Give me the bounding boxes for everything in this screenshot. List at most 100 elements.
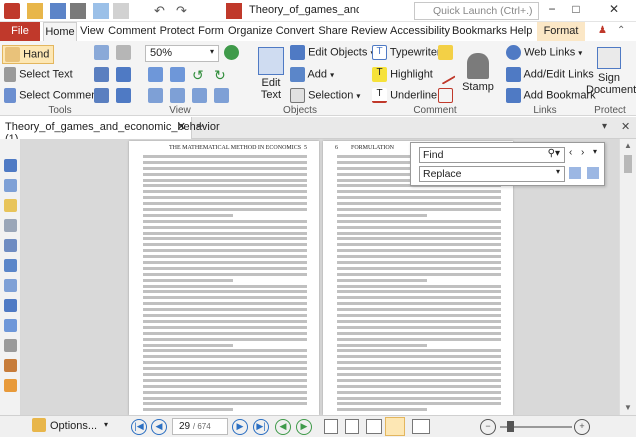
tab-bookmarks[interactable]: Bookmarks xyxy=(452,22,507,41)
tab-help[interactable]: Help xyxy=(507,22,535,41)
close-tab-icon[interactable]: ✕ xyxy=(177,120,186,133)
signatures-panel-icon[interactable] xyxy=(4,319,17,332)
attachments-panel-icon[interactable] xyxy=(4,219,17,232)
facing-view-icon[interactable] xyxy=(366,419,382,434)
print-icon[interactable] xyxy=(70,3,86,19)
sign-document-button[interactable]: Sign Document xyxy=(586,45,636,103)
options-dropdown-icon[interactable]: ▾ xyxy=(104,420,108,429)
web-links-button[interactable]: Web Links ▾ xyxy=(506,45,582,60)
find-input[interactable]: Find ⚲▾ xyxy=(419,147,565,163)
find-previous-icon[interactable]: ‹ xyxy=(569,147,572,158)
first-page-button[interactable]: |◀ xyxy=(131,419,147,435)
next-page-button[interactable]: ▶ xyxy=(232,419,248,435)
tab-form[interactable]: Form xyxy=(198,22,224,41)
quick-launch-input[interactable]: Quick Launch (Ctrl+.) xyxy=(414,2,539,20)
search-options-icon[interactable]: ⚲▾ xyxy=(548,148,560,159)
articles-panel-icon[interactable] xyxy=(4,379,17,392)
fit-page-icon[interactable] xyxy=(116,67,131,82)
undo-icon[interactable]: ↶ xyxy=(154,3,170,19)
facing-continuous-icon[interactable] xyxy=(214,88,229,103)
content-panel-icon[interactable] xyxy=(4,279,17,292)
zoom-select[interactable]: 50% ▾ xyxy=(145,45,219,62)
continuous-icon[interactable] xyxy=(170,88,185,103)
save-icon[interactable] xyxy=(50,3,66,19)
underline-button[interactable]: T Underline xyxy=(372,88,437,103)
destinations-panel-icon[interactable] xyxy=(4,299,17,312)
scroll-thumb[interactable] xyxy=(624,155,632,173)
find-menu-icon[interactable]: ▾ xyxy=(593,147,597,156)
order-panel-icon[interactable] xyxy=(4,359,17,372)
highlight-button[interactable]: T Highlight xyxy=(372,67,433,82)
rotate-right-icon[interactable]: ↻ xyxy=(214,67,229,83)
close-button[interactable]: ✕ xyxy=(594,2,634,20)
email-icon[interactable] xyxy=(93,3,109,19)
replace-dropdown-icon[interactable]: ▾ xyxy=(556,167,560,176)
stamp-button[interactable]: Stamp xyxy=(460,45,496,101)
zoom-in-icon[interactable] xyxy=(94,67,109,82)
single-page-view-icon[interactable] xyxy=(324,419,338,434)
select-text-button[interactable]: Select Text xyxy=(4,67,73,82)
tab-review[interactable]: Review xyxy=(350,22,388,41)
continuous-view-icon[interactable] xyxy=(345,419,359,434)
add-bookmark-button[interactable]: Add Bookmark xyxy=(506,88,596,103)
previous-view-button[interactable]: ◀ xyxy=(275,419,291,435)
new-tab-icon[interactable]: + xyxy=(196,118,205,135)
facing-continuous-view-icon[interactable] xyxy=(385,417,405,436)
tab-share[interactable]: Share xyxy=(317,22,349,41)
selection-button[interactable]: Selection ▾ xyxy=(290,88,360,103)
fields-panel-icon[interactable] xyxy=(4,259,17,272)
comments-panel-icon[interactable] xyxy=(4,199,17,212)
open-folder-icon[interactable] xyxy=(27,3,43,19)
tab-list-icon[interactable]: ▾ xyxy=(602,121,607,132)
zoom-out-icon[interactable] xyxy=(94,88,109,103)
tab-convert[interactable]: Convert xyxy=(274,22,316,41)
snapshot-icon[interactable] xyxy=(94,45,109,60)
last-page-button[interactable]: ▶| xyxy=(253,419,269,435)
bookmark-icon[interactable] xyxy=(116,88,131,103)
fit-to-width-icon[interactable] xyxy=(412,419,430,434)
vertical-scrollbar[interactable]: ▲ ▼ xyxy=(619,139,636,415)
redo-icon[interactable]: ↷ xyxy=(176,3,192,19)
note-icon[interactable] xyxy=(438,45,453,60)
facing-icon[interactable] xyxy=(192,88,207,103)
document-tab[interactable]: Theory_of_games_and_economic_behavior (1… xyxy=(0,117,220,145)
hand-tool-button[interactable]: Hand xyxy=(2,45,55,64)
tab-format[interactable]: Format xyxy=(537,22,585,41)
previous-page-button[interactable]: ◀ xyxy=(151,419,167,435)
rotate-left-icon[interactable]: ↺ xyxy=(192,67,207,83)
scroll-up-icon[interactable]: ▲ xyxy=(624,141,632,150)
tab-comment[interactable]: Comment xyxy=(108,22,156,41)
user-icon[interactable]: ♟ xyxy=(598,25,607,36)
clipboard-icon[interactable] xyxy=(116,45,131,60)
scroll-down-icon[interactable]: ▼ xyxy=(624,403,632,412)
line-icon[interactable] xyxy=(435,64,456,85)
replace-input[interactable]: Replace ▾ xyxy=(419,166,565,182)
maximize-button[interactable]: □ xyxy=(566,2,586,20)
close-document-icon[interactable]: ✕ xyxy=(621,120,630,133)
bookmarks-panel-icon[interactable] xyxy=(4,159,17,172)
tab-protect[interactable]: Protect xyxy=(158,22,196,41)
options-icon[interactable] xyxy=(32,418,46,432)
minimize-button[interactable]: − xyxy=(542,2,562,20)
tab-organize[interactable]: Organize xyxy=(228,22,273,41)
fit-width-icon[interactable] xyxy=(170,67,185,82)
thumbnails-panel-icon[interactable] xyxy=(4,179,17,192)
select-comments-button[interactable]: Select Comments xyxy=(4,88,106,103)
tags-panel-icon[interactable] xyxy=(4,339,17,352)
zoom-in-circle-icon[interactable] xyxy=(224,45,239,60)
zoom-slider-thumb[interactable] xyxy=(507,421,514,432)
layers-panel-icon[interactable] xyxy=(4,239,17,252)
tab-file[interactable]: File xyxy=(0,22,40,41)
next-view-button[interactable]: ▶ xyxy=(296,419,312,435)
tab-accessibility[interactable]: Accessibility xyxy=(388,22,452,41)
rectangle-icon[interactable] xyxy=(438,88,453,103)
actual-size-icon[interactable] xyxy=(148,67,163,82)
tab-home[interactable]: Home xyxy=(43,22,77,41)
edit-text-button[interactable]: Edit Text xyxy=(256,45,286,105)
add-button[interactable]: Add ▾ xyxy=(290,67,334,82)
page-number-input[interactable]: 29 / 674 xyxy=(172,418,228,435)
typewriter-button[interactable]: T Typewriter xyxy=(372,45,441,60)
zoom-out-button[interactable]: − xyxy=(480,419,496,435)
tab-view[interactable]: View xyxy=(78,22,106,41)
find-next-icon[interactable]: › xyxy=(581,147,584,158)
